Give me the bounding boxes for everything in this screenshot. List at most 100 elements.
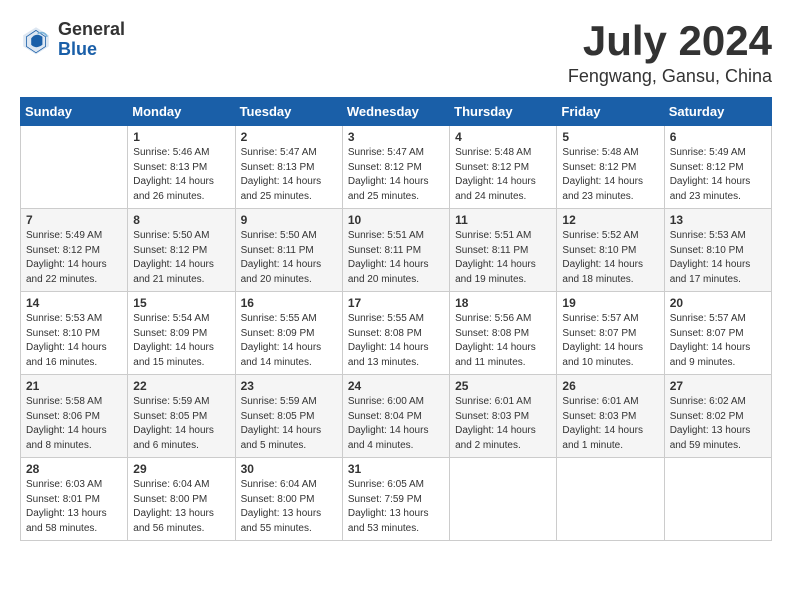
day-number: 18 [455, 296, 551, 310]
calendar-cell [557, 458, 664, 541]
calendar-cell: 9 Sunrise: 5:50 AM Sunset: 8:11 PM Daylig… [235, 209, 342, 292]
calendar-cell [21, 126, 128, 209]
day-info: Sunrise: 5:49 AM Sunset: 8:12 PM Dayligh… [26, 229, 122, 287]
day-info: Sunrise: 5:53 AM Sunset: 8:10 PM Dayligh… [26, 312, 122, 370]
day-info: Sunrise: 5:55 AM Sunset: 8:08 PM Dayligh… [348, 312, 444, 370]
day-number: 27 [670, 379, 766, 393]
day-info: Sunrise: 5:53 AM Sunset: 8:10 PM Dayligh… [670, 229, 766, 287]
day-number: 20 [670, 296, 766, 310]
calendar-cell: 24Sunrise: 6:00 AM Sunset: 8:04 PM Dayli… [342, 375, 449, 458]
day-number: 11 [455, 213, 551, 227]
calendar-cell: 28 Sunrise: 6:03 AM Sunset: 8:01 PM Dayli… [21, 458, 128, 541]
calendar-cell: 3Sunrise: 5:47 AM Sunset: 8:12 PM Daylig… [342, 126, 449, 209]
day-info: Sunrise: 5:47 AM Sunset: 8:13 PM Dayligh… [241, 146, 337, 204]
day-number: 25 [455, 379, 551, 393]
day-number: 31 [348, 462, 444, 476]
day-info: Sunrise: 5:48 AM Sunset: 8:12 PM Dayligh… [562, 146, 658, 204]
day-number: 6 [670, 130, 766, 144]
calendar-cell: 13 Sunrise: 5:53 AM Sunset: 8:10 PM Dayli… [664, 209, 771, 292]
day-info: Sunrise: 5:50 AM Sunset: 8:12 PM Dayligh… [133, 229, 229, 287]
day-info: Sunrise: 5:49 AM Sunset: 8:12 PM Dayligh… [670, 146, 766, 204]
day-info: Sunrise: 5:56 AM Sunset: 8:08 PM Dayligh… [455, 312, 551, 370]
calendar-cell: 5 Sunrise: 5:48 AM Sunset: 8:12 PM Daylig… [557, 126, 664, 209]
day-number: 8 [133, 213, 229, 227]
day-number: 29 [133, 462, 229, 476]
week-row-5: 28 Sunrise: 6:03 AM Sunset: 8:01 PM Dayli… [21, 458, 772, 541]
calendar-cell [450, 458, 557, 541]
calendar-cell: 12Sunrise: 5:52 AM Sunset: 8:10 PM Dayli… [557, 209, 664, 292]
day-number: 19 [562, 296, 658, 310]
day-number: 26 [562, 379, 658, 393]
calendar-cell: 7 Sunrise: 5:49 AM Sunset: 8:12 PM Daylig… [21, 209, 128, 292]
page-header: General Blue July 2024 Fengwang, Gansu, … [20, 20, 772, 87]
day-number: 28 [26, 462, 122, 476]
calendar-cell: 26Sunrise: 6:01 AM Sunset: 8:03 PM Dayli… [557, 375, 664, 458]
day-info: Sunrise: 5:50 AM Sunset: 8:11 PM Dayligh… [241, 229, 337, 287]
day-info: Sunrise: 6:03 AM Sunset: 8:01 PM Dayligh… [26, 478, 122, 536]
week-row-4: 21 Sunrise: 5:58 AM Sunset: 8:06 PM Dayli… [21, 375, 772, 458]
day-number: 24 [348, 379, 444, 393]
calendar-cell: 14 Sunrise: 5:53 AM Sunset: 8:10 PM Dayli… [21, 292, 128, 375]
logo-general-text: General [58, 20, 125, 40]
logo-icon [20, 24, 52, 56]
calendar-cell: 19 Sunrise: 5:57 AM Sunset: 8:07 PM Dayli… [557, 292, 664, 375]
day-number: 17 [348, 296, 444, 310]
calendar-cell: 30Sunrise: 6:04 AM Sunset: 8:00 PM Dayli… [235, 458, 342, 541]
day-info: Sunrise: 6:02 AM Sunset: 8:02 PM Dayligh… [670, 395, 766, 453]
calendar-cell: 17 Sunrise: 5:55 AM Sunset: 8:08 PM Dayli… [342, 292, 449, 375]
week-row-1: 1 Sunrise: 5:46 AM Sunset: 8:13 PM Daylig… [21, 126, 772, 209]
day-info: Sunrise: 5:51 AM Sunset: 8:11 PM Dayligh… [455, 229, 551, 287]
week-row-3: 14 Sunrise: 5:53 AM Sunset: 8:10 PM Dayli… [21, 292, 772, 375]
day-number: 9 [241, 213, 337, 227]
day-info: Sunrise: 6:01 AM Sunset: 8:03 PM Dayligh… [455, 395, 551, 453]
column-header-saturday: Saturday [664, 98, 771, 126]
column-header-tuesday: Tuesday [235, 98, 342, 126]
calendar-cell: 8 Sunrise: 5:50 AM Sunset: 8:12 PM Daylig… [128, 209, 235, 292]
column-header-wednesday: Wednesday [342, 98, 449, 126]
day-number: 22 [133, 379, 229, 393]
day-info: Sunrise: 5:46 AM Sunset: 8:13 PM Dayligh… [133, 146, 229, 204]
day-number: 13 [670, 213, 766, 227]
calendar-cell: 21 Sunrise: 5:58 AM Sunset: 8:06 PM Dayli… [21, 375, 128, 458]
logo-text: General Blue [58, 20, 125, 60]
day-number: 14 [26, 296, 122, 310]
calendar-cell: 23Sunrise: 5:59 AM Sunset: 8:05 PM Dayli… [235, 375, 342, 458]
calendar-cell: 20 Sunrise: 5:57 AM Sunset: 8:07 PM Dayli… [664, 292, 771, 375]
day-info: Sunrise: 5:59 AM Sunset: 8:05 PM Dayligh… [133, 395, 229, 453]
day-number: 5 [562, 130, 658, 144]
day-info: Sunrise: 5:57 AM Sunset: 8:07 PM Dayligh… [670, 312, 766, 370]
day-info: Sunrise: 5:55 AM Sunset: 8:09 PM Dayligh… [241, 312, 337, 370]
day-number: 10 [348, 213, 444, 227]
column-header-monday: Monday [128, 98, 235, 126]
calendar-cell: 2Sunrise: 5:47 AM Sunset: 8:13 PM Daylig… [235, 126, 342, 209]
column-header-thursday: Thursday [450, 98, 557, 126]
column-header-friday: Friday [557, 98, 664, 126]
day-info: Sunrise: 5:47 AM Sunset: 8:12 PM Dayligh… [348, 146, 444, 204]
calendar-cell: 18 Sunrise: 5:56 AM Sunset: 8:08 PM Dayli… [450, 292, 557, 375]
calendar-cell: 25 Sunrise: 6:01 AM Sunset: 8:03 PM Dayli… [450, 375, 557, 458]
day-number: 7 [26, 213, 122, 227]
calendar-cell: 6 Sunrise: 5:49 AM Sunset: 8:12 PM Daylig… [664, 126, 771, 209]
day-number: 15 [133, 296, 229, 310]
calendar-cell: 16Sunrise: 5:55 AM Sunset: 8:09 PM Dayli… [235, 292, 342, 375]
month-title: July 2024 [568, 20, 772, 62]
day-number: 12 [562, 213, 658, 227]
logo: General Blue [20, 20, 125, 60]
title-section: July 2024 Fengwang, Gansu, China [568, 20, 772, 87]
day-number: 30 [241, 462, 337, 476]
calendar-header: SundayMondayTuesdayWednesdayThursdayFrid… [21, 98, 772, 126]
day-info: Sunrise: 5:57 AM Sunset: 8:07 PM Dayligh… [562, 312, 658, 370]
calendar-cell [664, 458, 771, 541]
day-number: 21 [26, 379, 122, 393]
calendar-cell: 4Sunrise: 5:48 AM Sunset: 8:12 PM Daylig… [450, 126, 557, 209]
day-number: 1 [133, 130, 229, 144]
calendar-cell: 27 Sunrise: 6:02 AM Sunset: 8:02 PM Dayli… [664, 375, 771, 458]
day-info: Sunrise: 5:58 AM Sunset: 8:06 PM Dayligh… [26, 395, 122, 453]
calendar-cell: 22 Sunrise: 5:59 AM Sunset: 8:05 PM Dayli… [128, 375, 235, 458]
calendar-cell: 10Sunrise: 5:51 AM Sunset: 8:11 PM Dayli… [342, 209, 449, 292]
header-row: SundayMondayTuesdayWednesdayThursdayFrid… [21, 98, 772, 126]
calendar-cell: 1 Sunrise: 5:46 AM Sunset: 8:13 PM Daylig… [128, 126, 235, 209]
day-info: Sunrise: 5:54 AM Sunset: 8:09 PM Dayligh… [133, 312, 229, 370]
day-info: Sunrise: 5:59 AM Sunset: 8:05 PM Dayligh… [241, 395, 337, 453]
day-info: Sunrise: 6:05 AM Sunset: 7:59 PM Dayligh… [348, 478, 444, 536]
